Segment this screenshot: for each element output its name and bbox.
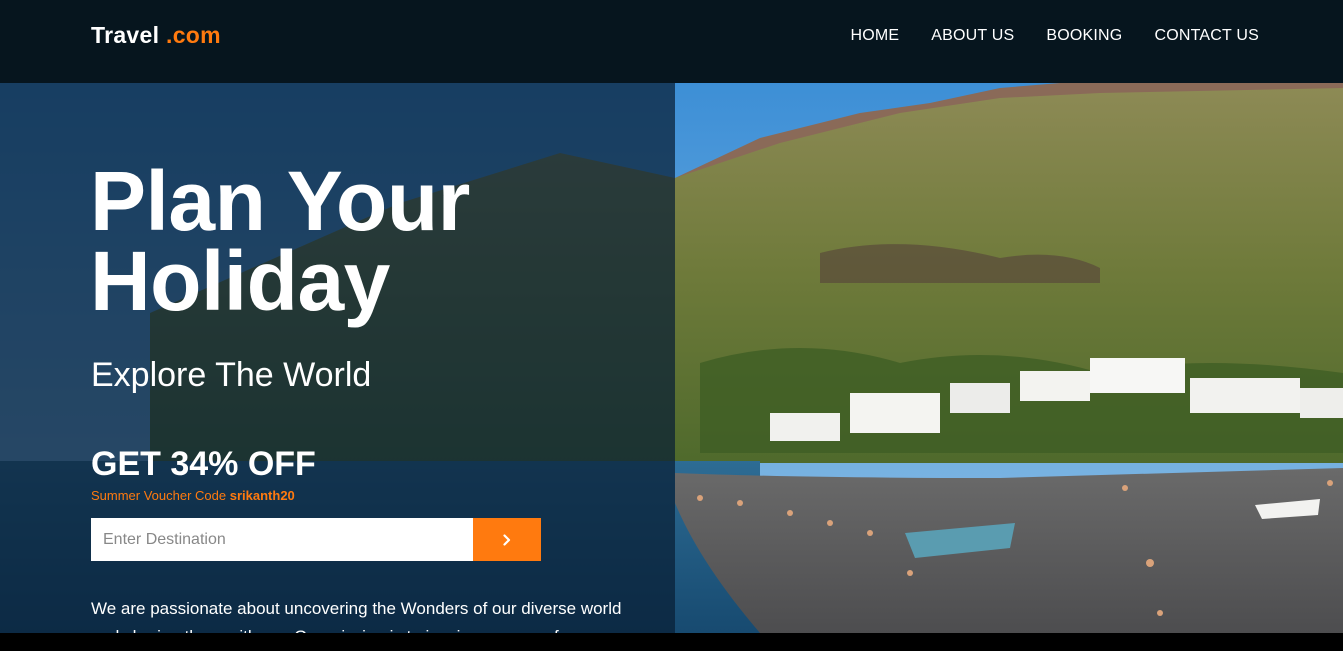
- nav-contact-us[interactable]: CONTACT US: [1154, 27, 1259, 45]
- nav-home[interactable]: HOME: [850, 27, 899, 45]
- offer-heading: GET 34% OFF: [91, 445, 316, 483]
- bottom-black-bar: [0, 633, 1343, 651]
- voucher-code: srikanth20: [229, 488, 295, 503]
- nav-booking[interactable]: BOOKING: [1046, 27, 1122, 45]
- destination-search-form: [91, 518, 541, 561]
- voucher-label: Summer Voucher Code: [91, 488, 227, 503]
- main-nav: HOME ABOUT US BOOKING CONTACT US: [850, 27, 1259, 45]
- destination-input[interactable]: [91, 518, 473, 561]
- logo-main-text: Travel: [91, 22, 160, 48]
- hero-title-line-2: Holiday: [90, 234, 390, 328]
- hero-subtitle: Explore The World: [91, 356, 372, 394]
- hero-section: Plan Your Holiday Explore The World GET …: [0, 83, 1343, 646]
- nav-about-us[interactable]: ABOUT US: [931, 27, 1014, 45]
- search-submit-button[interactable]: [473, 518, 541, 561]
- page: Travel .com HOME ABOUT US BOOKING CONTAC…: [0, 0, 1343, 651]
- logo-accent-text: .com: [166, 22, 221, 48]
- navbar: Travel .com HOME ABOUT US BOOKING CONTAC…: [0, 0, 1343, 83]
- voucher-text: Summer Voucher Code srikanth20: [91, 488, 295, 503]
- hero-title: Plan Your Holiday: [90, 159, 650, 323]
- chevron-right-icon: [503, 533, 511, 546]
- logo[interactable]: Travel .com: [91, 22, 221, 49]
